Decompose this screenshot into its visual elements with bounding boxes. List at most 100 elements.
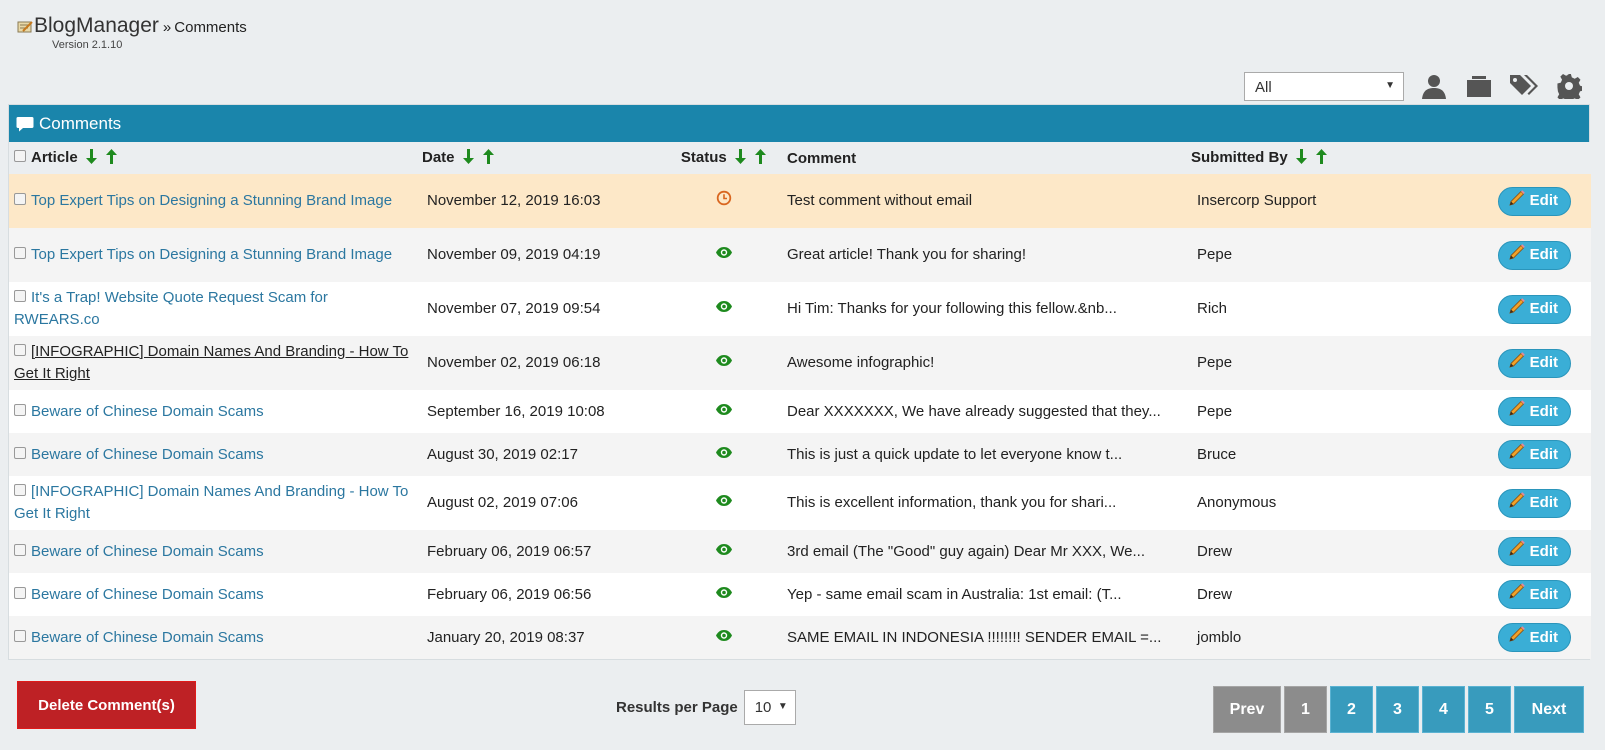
row-checkbox[interactable] [14, 484, 26, 496]
row-checkbox[interactable] [14, 446, 26, 459]
gear-icon[interactable] [1554, 71, 1584, 101]
pencil-icon [1508, 625, 1530, 650]
article-link[interactable]: Beware of Chinese Domain Scams [31, 446, 264, 463]
edit-button[interactable]: Edit [1497, 580, 1571, 609]
actions-cell: Edit [1456, 228, 1591, 282]
table-row: [INFOGRAPHIC] Domain Names And Branding … [9, 336, 1591, 390]
actions-cell: Edit [1456, 573, 1591, 616]
article-link[interactable]: [INFOGRAPHIC] Domain Names And Branding … [14, 483, 408, 522]
pending-clock-icon[interactable] [716, 190, 732, 210]
app-header: BlogManager » Comments Version 2.1.10 [17, 14, 247, 51]
article-link[interactable]: Beware of Chinese Domain Scams [31, 543, 264, 560]
status-filter-value: All [1255, 78, 1272, 96]
status-filter-select[interactable]: All ▼ [1244, 71, 1404, 101]
table-row: Beware of Chinese Domain Scams February 0… [9, 530, 1591, 573]
edit-label: Edit [1529, 192, 1558, 209]
edit-button[interactable]: Edit [1497, 440, 1571, 469]
page-1-button[interactable]: 1 [1284, 686, 1327, 733]
article-link[interactable]: Beware of Chinese Domain Scams [31, 586, 264, 603]
app-version: Version 2.1.10 [52, 39, 123, 51]
submitted-by-cell: Rich [1186, 282, 1456, 336]
article-link[interactable]: Beware of Chinese Domain Scams [31, 403, 264, 420]
edit-button[interactable]: Edit [1497, 623, 1571, 652]
row-checkbox[interactable] [14, 344, 26, 356]
approved-eye-icon[interactable] [715, 300, 733, 317]
submitted-by-cell: Drew [1186, 530, 1456, 573]
sort-asc-icon[interactable] [105, 148, 118, 168]
edit-button[interactable]: Edit [1497, 537, 1571, 566]
sort-desc-icon[interactable] [462, 148, 475, 168]
approved-eye-icon[interactable] [715, 446, 733, 463]
edit-button[interactable]: Edit [1497, 294, 1571, 324]
article-link[interactable]: It's a Trap! Website Quote Request Scam … [14, 289, 328, 328]
edit-button[interactable]: Edit [1497, 186, 1571, 216]
article-cell: Beware of Chinese Domain Scams [9, 390, 417, 433]
row-checkbox[interactable] [14, 247, 26, 259]
article-link[interactable]: [INFOGRAPHIC] Domain Names And Branding … [14, 343, 408, 382]
sort-desc-icon[interactable] [85, 148, 98, 168]
prev-page-button[interactable]: Prev [1213, 686, 1281, 733]
article-cell: Beware of Chinese Domain Scams [9, 573, 417, 616]
approved-eye-icon[interactable] [715, 246, 733, 263]
approved-eye-icon[interactable] [715, 586, 733, 603]
app-title[interactable]: BlogManager [34, 14, 159, 38]
approved-eye-icon[interactable] [715, 543, 733, 560]
row-checkbox[interactable] [14, 629, 26, 642]
page-3-button[interactable]: 3 [1376, 686, 1419, 733]
page-4-button[interactable]: 4 [1422, 686, 1465, 733]
status-cell [666, 530, 782, 573]
status-cell [666, 616, 782, 659]
sort-asc-icon[interactable] [754, 148, 767, 168]
approved-eye-icon[interactable] [715, 629, 733, 646]
article-link[interactable]: Beware of Chinese Domain Scams [31, 629, 264, 646]
edit-label: Edit [1529, 628, 1558, 646]
edit-button[interactable]: Edit [1497, 397, 1571, 426]
comment-cell: Yep - same email scam in Australia: 1st … [782, 573, 1186, 616]
comment-cell: This is excellent information, thank you… [782, 476, 1186, 530]
sort-asc-icon[interactable] [482, 148, 495, 168]
status-cell [666, 336, 782, 390]
article-cell: [INFOGRAPHIC] Domain Names And Branding … [9, 336, 417, 390]
page-5-button[interactable]: 5 [1468, 686, 1511, 733]
user-icon[interactable] [1419, 71, 1449, 101]
row-checkbox[interactable] [14, 403, 26, 416]
comment-cell: Great article! Thank you for sharing! [782, 228, 1186, 282]
submitted-by-cell: Drew [1186, 573, 1456, 616]
edit-button[interactable]: Edit [1497, 348, 1571, 378]
edit-label: Edit [1529, 246, 1558, 263]
row-checkbox[interactable] [14, 586, 26, 599]
next-page-button[interactable]: Next [1514, 686, 1584, 733]
actions-cell: Edit [1456, 336, 1591, 390]
edit-button[interactable]: Edit [1497, 488, 1571, 518]
row-checkbox[interactable] [14, 543, 26, 556]
edit-button[interactable]: Edit [1497, 240, 1571, 270]
article-cell: Beware of Chinese Domain Scams [9, 616, 417, 659]
approved-eye-icon[interactable] [715, 354, 733, 371]
tags-icon[interactable] [1509, 71, 1539, 101]
panel-title: Comments [39, 113, 122, 133]
submitted-by-cell: Insercorp Support [1186, 174, 1456, 228]
pencil-icon [1508, 189, 1530, 214]
comment-cell: Dear XXXXXXX, We have already suggested … [782, 390, 1186, 433]
approved-eye-icon[interactable] [715, 494, 733, 511]
article-cell: It's a Trap! Website Quote Request Scam … [9, 282, 417, 336]
delete-comments-button[interactable]: Delete Comment(s) [17, 681, 196, 729]
select-all-checkbox[interactable] [14, 149, 26, 162]
row-checkbox[interactable] [14, 193, 26, 205]
pencil-icon [1508, 243, 1530, 268]
status-column-header: Status [666, 142, 782, 174]
approved-eye-icon[interactable] [715, 403, 733, 420]
sort-desc-icon[interactable] [734, 148, 747, 168]
table-row: [INFOGRAPHIC] Domain Names And Branding … [9, 476, 1591, 530]
sort-desc-icon[interactable] [1295, 148, 1308, 168]
article-link[interactable]: Top Expert Tips on Designing a Stunning … [31, 246, 392, 263]
row-checkbox[interactable] [14, 290, 26, 302]
status-cell [666, 433, 782, 476]
results-per-page-select[interactable]: 10 ▼ [743, 690, 796, 725]
page-2-button[interactable]: 2 [1330, 686, 1373, 733]
comment-bubble-icon [16, 116, 34, 131]
sort-asc-icon[interactable] [1315, 148, 1328, 168]
article-link[interactable]: Top Expert Tips on Designing a Stunning … [31, 192, 392, 209]
folder-icon[interactable] [1464, 71, 1494, 101]
results-per-page-value: 10 [754, 699, 772, 716]
